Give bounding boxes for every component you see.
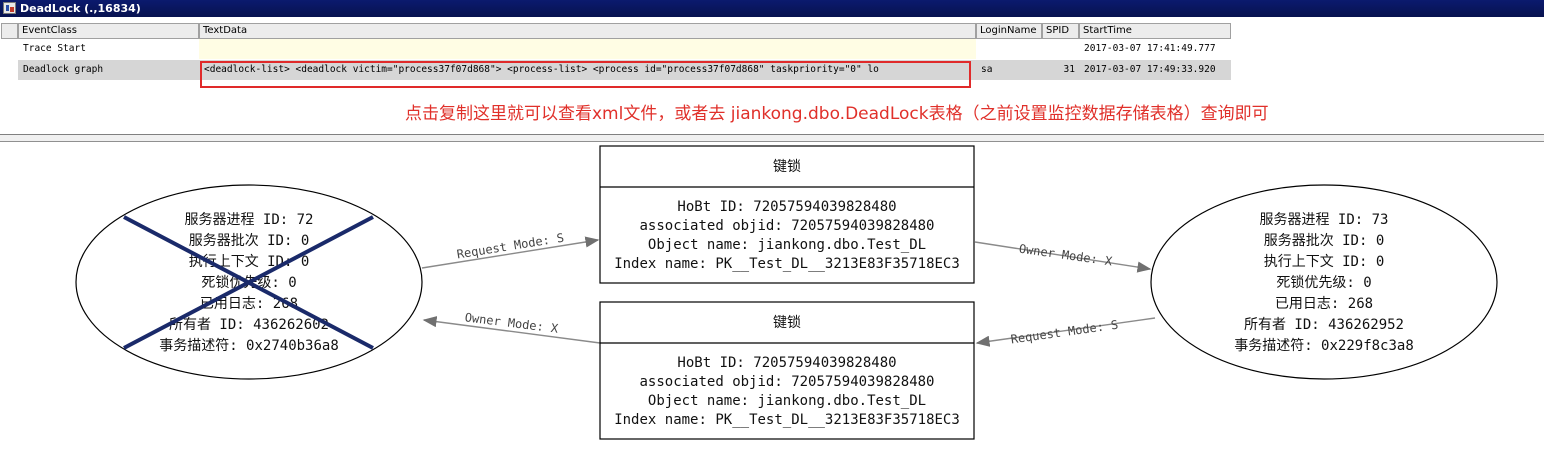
window-title-bar: DeadLock (.,16834)	[0, 0, 1544, 17]
process-node-victim[interactable]: 服务器进程 ID: 72 服务器批次 ID: 0 执行上下文 ID: 0 死锁优…	[75, 184, 423, 380]
deadlock-graph: Request Mode: S Owner Mode: X Request Mo…	[75, 145, 1498, 440]
victim-line-0: 服务器进程 ID: 72	[184, 212, 313, 228]
column-header-loginname[interactable]: LoginName	[976, 23, 1042, 39]
edge-label-left-to-top: Request Mode: S	[456, 231, 565, 262]
textdata-highlight-box	[200, 61, 971, 88]
column-header-textdata[interactable]: TextData	[199, 23, 976, 39]
process-right-line-2: 执行上下文 ID: 0	[1264, 254, 1385, 270]
process-right-line-1: 服务器批次 ID: 0	[1264, 233, 1385, 249]
column-header-spid[interactable]: SPID	[1042, 23, 1079, 39]
key-lock-top-line-2: Object name: jiankong.dbo.Test_DL	[648, 237, 926, 253]
pane-splitter[interactable]	[0, 135, 1544, 142]
row1-starttime[interactable]: 2017-03-07 17:41:49.777	[1079, 39, 1231, 59]
window-title: DeadLock (.,16834)	[20, 2, 141, 15]
edge-label-right-to-bottom: Request Mode: S	[1010, 318, 1119, 347]
grid-corner	[1, 23, 18, 39]
key-lock-top-line-1: associated objid: 72057594039828480	[639, 218, 934, 234]
process-right-line-4: 已用日志: 268	[1275, 296, 1373, 312]
row2-eventclass[interactable]: Deadlock graph	[18, 60, 199, 80]
process-right-line-6: 事务描述符: 0x229f8c3a8	[1234, 338, 1414, 354]
key-lock-top-line-3: Index name: PK__Test_DL__3213E83F35718EC…	[614, 256, 960, 272]
row1-eventclass[interactable]: Trace Start	[18, 39, 199, 59]
key-lock-node-bottom[interactable]: 键锁 HoBt ID: 72057594039828480 associated…	[599, 301, 975, 440]
column-header-eventclass[interactable]: EventClass	[18, 23, 199, 39]
process-node-right[interactable]: 服务器进程 ID: 73 服务器批次 ID: 0 执行上下文 ID: 0 死锁优…	[1150, 184, 1498, 380]
row1-spid[interactable]	[1042, 39, 1079, 59]
trace-grid: EventClass TextData LoginName SPID Start…	[0, 17, 1544, 135]
profiler-app-icon	[3, 2, 16, 14]
key-lock-bottom-line-0: HoBt ID: 72057594039828480	[677, 355, 896, 371]
process-right-line-3: 死锁优先级: 0	[1276, 275, 1371, 291]
victim-line-6: 事务描述符: 0x2740b36a8	[159, 338, 339, 354]
key-lock-bottom-line-3: Index name: PK__Test_DL__3213E83F35718EC…	[614, 412, 960, 428]
edge-label-top-to-right: Owner Mode: X	[1018, 242, 1114, 269]
key-lock-top-title: 键锁	[773, 159, 801, 175]
column-header-starttime[interactable]: StartTime	[1079, 23, 1231, 39]
key-lock-node-top[interactable]: 键锁 HoBt ID: 72057594039828480 associated…	[599, 145, 975, 284]
row1-loginname[interactable]	[976, 39, 1042, 59]
key-lock-bottom-title: 键锁	[773, 315, 801, 331]
annotation-note: 点击复制这里就可以查看xml文件，或者去 jiankong.dbo.DeadLo…	[405, 104, 1269, 124]
row2-loginname[interactable]: sa	[976, 60, 1042, 80]
victim-line-1: 服务器批次 ID: 0	[189, 233, 310, 249]
row2-spid[interactable]: 31	[1042, 60, 1079, 80]
process-right-line-5: 所有者 ID: 436262952	[1244, 317, 1404, 333]
victim-line-5: 所有者 ID: 436262602	[169, 317, 329, 333]
row1-textdata[interactable]	[199, 39, 976, 59]
process-right-line-0: 服务器进程 ID: 73	[1259, 212, 1388, 228]
key-lock-top-line-0: HoBt ID: 72057594039828480	[677, 199, 896, 215]
row2-starttime[interactable]: 2017-03-07 17:49:33.920	[1079, 60, 1231, 80]
key-lock-bottom-line-2: Object name: jiankong.dbo.Test_DL	[648, 393, 926, 409]
key-lock-bottom-line-1: associated objid: 72057594039828480	[639, 374, 934, 390]
